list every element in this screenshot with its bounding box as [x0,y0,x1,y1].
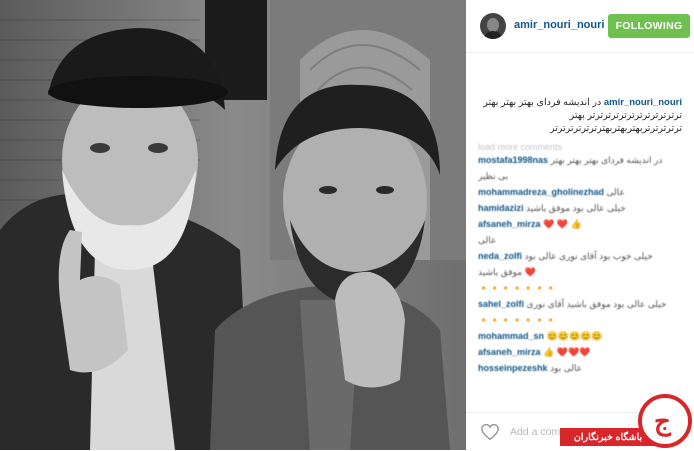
comment-text: عالی بود [550,363,583,373]
comment-username[interactable]: afsaneh_mirza [478,219,541,229]
comment-text: خیلی عالی بود موفق باشید آقای نوری [526,299,667,309]
post-sidebar: amir_nouri_nouri FOLLOWING amir_nouri_no… [466,0,694,450]
comment-item: موفق باشید ❤️ [478,267,684,278]
comment-text: در اندیشه فردای بهتر بهتر بهتر [550,155,663,165]
comment-username[interactable]: neda_zolfi [478,251,522,261]
photo-illustration [0,0,466,450]
comment-item: mohammadreza_gholinezhad عالی [478,187,684,198]
comment-item: mostafa1998nas در اندیشه فردای بهتر بهتر… [478,155,684,166]
following-button[interactable]: FOLLOWING [608,14,690,38]
comment-text: موفق باشید ❤️ [478,267,536,277]
comment-item: afsaneh_mirza 👍 ❤️❤️❤️ [478,347,684,358]
avatar-face [487,18,499,32]
load-more-comments-link[interactable]: load more comments [478,142,562,152]
post-header: amir_nouri_nouri FOLLOWING [466,0,694,53]
comment-text: 🔸🔸🔸🔸🔸🔸🔸 [478,315,557,325]
comment-item: 🔸🔸🔸🔸🔸🔸🔸 [478,315,684,326]
comment-item: hamidazizi خیلی عالی بود موفق باشید [478,203,684,214]
comment-username[interactable]: mohammadreza_gholinezhad [478,187,604,197]
watermark: باشگاه خبرنگاران ج [560,394,694,450]
comment-text: 🔸🔸🔸🔸🔸🔸🔸 [478,283,557,293]
profile-avatar[interactable] [480,13,506,39]
comment-text: ❤️ ❤️ 👍 [543,219,582,229]
heart-outline-icon[interactable] [480,423,500,441]
comments-list: mostafa1998nas در اندیشه فردای بهتر بهتر… [478,155,684,413]
comment-text: خیلی عالی بود موفق باشید [526,203,626,213]
comment-text: عالی [606,187,625,197]
avatar-body [483,31,503,39]
comment-text: 👍 ❤️❤️❤️ [543,347,591,357]
comment-text: خیلی خوب بود آقای نوری عالی بود [524,251,653,261]
comment-item: hosseinpezeshk عالی بود [478,363,684,374]
comment-text: 😊😊😊😊😊 [546,331,603,341]
watermark-logo-mark: ج [654,406,671,436]
comment-item: بی نظیر [478,171,684,182]
comment-item: sahel_zolfi خیلی عالی بود موفق باشید آقا… [478,299,684,310]
watermark-logo-icon: ج [638,394,692,448]
comment-username[interactable]: mohammad_sn [478,331,544,341]
comment-item: mohammad_sn 😊😊😊😊😊 [478,331,684,342]
comment-item: neda_zolfi خیلی خوب بود آقای نوری عالی ب… [478,251,684,262]
comment-username[interactable]: sahel_zolfi [478,299,524,309]
header-username[interactable]: amir_nouri_nouri [514,19,604,31]
comment-item: afsaneh_mirza ❤️ ❤️ 👍 [478,219,684,230]
post-caption: amir_nouri_nouri در اندیشه فردای بهتر به… [476,96,682,135]
comment-text: بی نظیر [478,171,509,181]
caption-username[interactable]: amir_nouri_nouri [604,97,682,108]
comment-username[interactable]: hamidazizi [478,203,524,213]
comment-item: عالی [478,235,684,246]
comment-item: 🔸🔸🔸🔸🔸🔸🔸 [478,283,684,294]
post-photo[interactable] [0,0,466,450]
comment-username[interactable]: hosseinpezeshk [478,363,548,373]
comment-username[interactable]: mostafa1998nas [478,155,548,165]
comment-text: عالی [478,235,497,245]
comment-username[interactable]: afsaneh_mirza [478,347,541,357]
